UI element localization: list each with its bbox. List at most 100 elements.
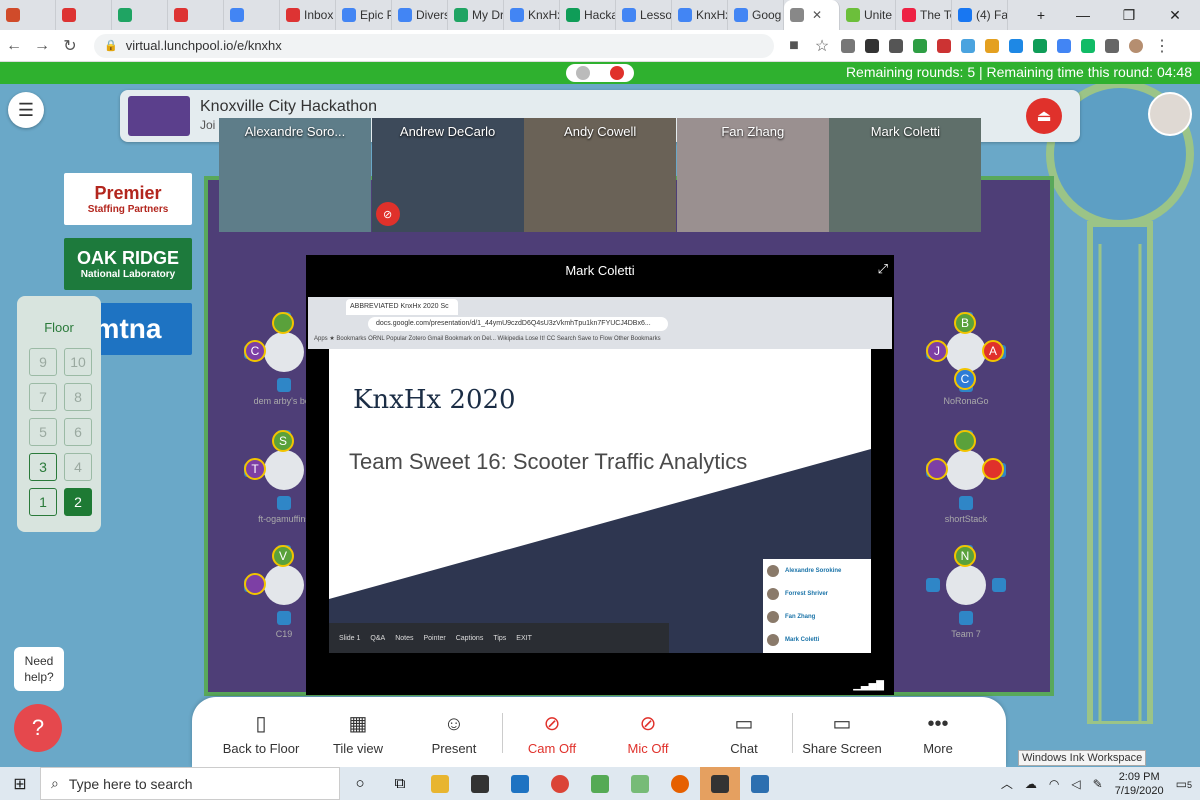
seat-avatar[interactable]: C	[954, 368, 976, 390]
table[interactable]: N Team 7	[926, 545, 1006, 639]
browser-tab[interactable]: KnxHx	[504, 0, 560, 30]
tile-view-button[interactable]: ▦ Tile view	[308, 711, 408, 756]
extension-icon[interactable]	[889, 38, 903, 53]
floor-button-4[interactable]: 4	[64, 453, 92, 481]
extension-icon[interactable]	[937, 38, 951, 53]
seat-avatar[interactable]	[272, 312, 294, 334]
app-icon[interactable]	[620, 767, 660, 800]
slide-control[interactable]: Tips	[493, 635, 506, 642]
more-button[interactable]: ••• More	[888, 711, 988, 756]
seat-avatar[interactable]: V	[272, 545, 294, 567]
browser-tab[interactable]: (4) Fa	[952, 0, 1008, 30]
browser-tab[interactable]: Goog	[728, 0, 784, 30]
floor-button-5[interactable]: 5	[29, 418, 57, 446]
browser-tab[interactable]: My Dr	[448, 0, 504, 30]
extension-icon[interactable]	[1057, 38, 1071, 53]
close-tab-icon[interactable]: ✕	[812, 8, 822, 22]
seat-avatar[interactable]	[244, 573, 266, 595]
url-field[interactable]: 🔒 virtual.lunchpool.io/e/knxhx	[94, 33, 774, 58]
camera-icon[interactable]: ■	[780, 37, 808, 55]
browser-tab[interactable]: ✕	[784, 0, 840, 30]
share-screen-button[interactable]: ▭ Share Screen	[792, 711, 892, 756]
forward-icon[interactable]: →	[28, 37, 56, 55]
volume-icon[interactable]: ◁	[1071, 777, 1080, 791]
seat-avatar[interactable]: B	[954, 312, 976, 334]
seat-avatar[interactable]: N	[954, 545, 976, 567]
seat-avatar[interactable]: A	[982, 340, 1004, 362]
extension-icon[interactable]	[913, 38, 927, 53]
slide-control[interactable]: Slide 1	[339, 635, 360, 642]
floor-button-8[interactable]: 8	[64, 383, 92, 411]
floor-button-9[interactable]: 9	[29, 348, 57, 376]
file-explorer-icon[interactable]	[420, 767, 460, 800]
app-icon[interactable]	[700, 767, 740, 800]
calculator-icon[interactable]	[740, 767, 780, 800]
slide-control[interactable]: Pointer	[424, 635, 446, 642]
extension-icon[interactable]	[865, 38, 879, 53]
close-window-icon[interactable]: ✕	[1152, 0, 1198, 30]
seat-avatar[interactable]: S	[272, 430, 294, 452]
browser-tab[interactable]: Divers	[392, 0, 448, 30]
seat-avatar[interactable]	[982, 458, 1004, 480]
edit-icon[interactable]	[576, 66, 590, 80]
wifi-icon[interactable]: ◠	[1049, 777, 1059, 791]
present-button[interactable]: ☺ Present	[404, 711, 504, 756]
seat-avatar[interactable]	[926, 458, 948, 480]
extension-icon[interactable]	[841, 38, 855, 53]
seat-avatar[interactable]: C	[244, 340, 266, 362]
browser-tab[interactable]	[168, 0, 224, 30]
chair[interactable]	[277, 611, 291, 625]
slide-control[interactable]: EXIT	[516, 635, 532, 642]
browser-tab[interactable]	[224, 0, 280, 30]
browser-tab[interactable]: Lessor	[616, 0, 672, 30]
floor-button-2[interactable]: 2	[64, 488, 92, 516]
windows-start-icon[interactable]: ⊞	[0, 774, 40, 794]
mail-icon[interactable]	[500, 767, 540, 800]
extension-icon[interactable]	[961, 38, 975, 53]
chair[interactable]	[992, 578, 1006, 592]
back-icon[interactable]: ←	[0, 37, 28, 55]
chat-button[interactable]: ▭ Chat	[694, 711, 794, 756]
floor-button-3[interactable]: 3	[29, 453, 57, 481]
browser-tab[interactable]: Epic P	[336, 0, 392, 30]
user-avatar[interactable]	[1148, 92, 1192, 136]
floor-button-1[interactable]: 1	[29, 488, 57, 516]
clock[interactable]: 2:09 PM 7/19/2020	[1115, 770, 1164, 798]
store-icon[interactable]	[460, 767, 500, 800]
puzzle-icon[interactable]	[1105, 38, 1119, 53]
floor-button-7[interactable]: 7	[29, 383, 57, 411]
chair[interactable]	[277, 496, 291, 510]
slide-control[interactable]: Captions	[456, 635, 484, 642]
minimize-icon[interactable]: —	[1060, 0, 1106, 30]
sponsor-logo[interactable]: OAK RIDGE National Laboratory	[64, 238, 192, 290]
slide-control[interactable]: Q&A	[370, 635, 385, 642]
seat-avatar[interactable]: J	[926, 340, 948, 362]
task-view-icon[interactable]: ⧉	[380, 767, 420, 800]
table[interactable]: B J A C NoRonaGo	[926, 312, 1006, 406]
extension-icon[interactable]	[1009, 38, 1023, 53]
help-button[interactable]: ?	[14, 704, 62, 752]
stop-icon[interactable]	[610, 66, 624, 80]
kebab-menu-icon[interactable]: ⋮	[1148, 36, 1176, 56]
restore-icon[interactable]: ❐	[1106, 0, 1152, 30]
seat-avatar[interactable]	[954, 430, 976, 452]
onedrive-icon[interactable]: ☁	[1025, 777, 1037, 791]
add-tab-icon[interactable]: +	[1018, 0, 1064, 30]
bookmark-star-icon[interactable]: ☆	[808, 36, 836, 56]
back-to-floor-button[interactable]: ▯ Back to Floor	[211, 711, 311, 756]
browser-tab[interactable]: Inbox	[280, 0, 336, 30]
firefox-icon[interactable]	[660, 767, 700, 800]
browser-tab[interactable]	[112, 0, 168, 30]
browser-tab[interactable]: Hacka	[560, 0, 616, 30]
chair[interactable]	[277, 378, 291, 392]
browser-tab[interactable]	[0, 0, 56, 30]
browser-tab[interactable]: Unite	[840, 0, 896, 30]
chevron-up-icon[interactable]: ︿	[1001, 775, 1013, 792]
mic-off-button[interactable]: ⊘ Mic Off	[598, 711, 698, 756]
extension-icon[interactable]	[1081, 38, 1095, 53]
floor-button-10[interactable]: 10	[64, 348, 92, 376]
extension-icon[interactable]	[985, 38, 999, 53]
chair[interactable]	[926, 578, 940, 592]
video-tile[interactable]: Andy Cowell	[524, 118, 677, 232]
video-tile[interactable]: Alexandre Soro...	[219, 118, 371, 232]
